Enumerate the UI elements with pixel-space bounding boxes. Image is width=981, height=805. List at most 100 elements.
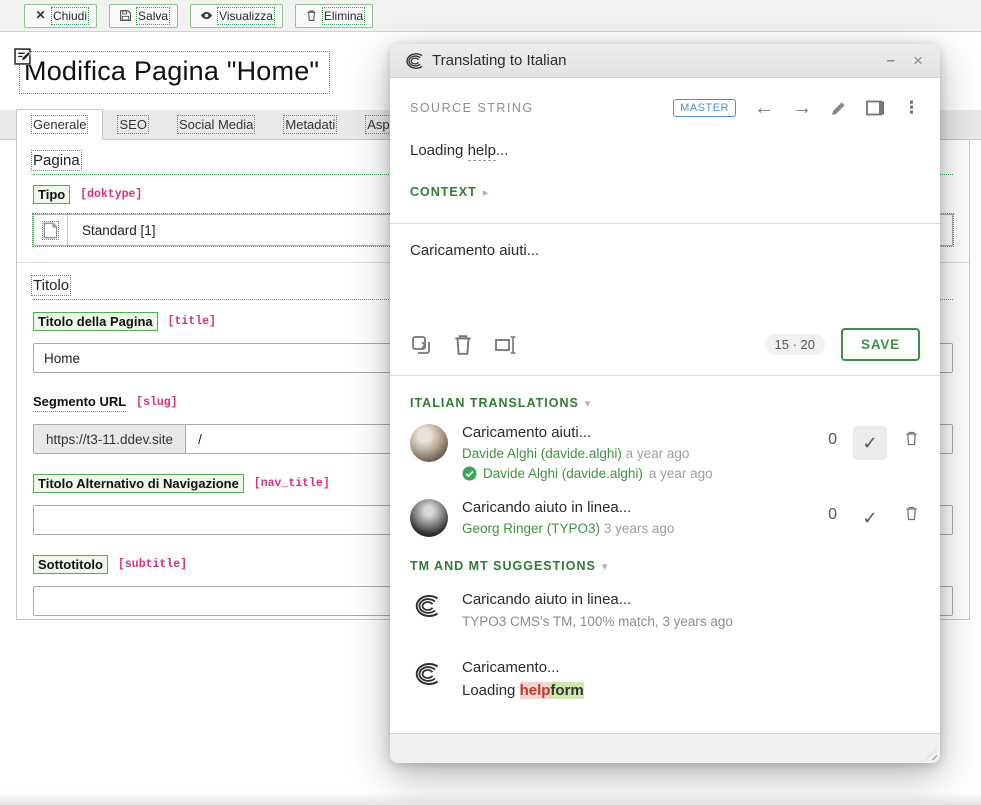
entry-actions: 0 ✓ <box>828 424 920 481</box>
translation-entry: Caricamento aiuti... Davide Alghi (david… <box>410 424 920 481</box>
clear-translation-icon[interactable] <box>454 334 472 356</box>
page-bottom-shadow <box>0 791 981 805</box>
translation-time: a year ago <box>626 446 690 461</box>
entry-body: Caricamento aiuti... Davide Alghi (david… <box>462 424 828 481</box>
type-field-token: [doktype] <box>80 188 142 201</box>
source-string-row: SOURCE STRING MASTER ← → ⋮ <box>390 78 940 118</box>
previous-string-icon[interactable]: ← <box>754 98 774 118</box>
translation-author[interactable]: Georg Ringer (TYPO3) <box>462 521 600 536</box>
close-button-label: Chiudi <box>53 9 87 23</box>
approval-time: a year ago <box>649 466 713 481</box>
tab-seo-label: SEO <box>119 117 146 132</box>
trash-icon <box>305 9 318 22</box>
tm-suggestion[interactable]: Caricando aiuto in linea... TYPO3 CMS's … <box>410 591 920 629</box>
source-controls: MASTER ← → ⋮ <box>673 98 920 118</box>
close-icon: ✕ <box>34 9 47 22</box>
resize-handle-icon[interactable] <box>926 749 937 760</box>
vote-count: 0 <box>828 426 837 449</box>
tab-social-media[interactable]: Social Media <box>163 110 269 139</box>
close-dialog-icon[interactable]: × <box>908 52 928 69</box>
translation-entry: Caricando aiuto in linea... Georg Ringer… <box>410 499 920 537</box>
next-string-icon[interactable]: → <box>792 98 812 118</box>
minimize-icon[interactable]: – <box>882 52 900 69</box>
delete-translation-icon[interactable] <box>903 501 920 521</box>
view-button[interactable]: Visualizza <box>190 4 283 28</box>
translation-editor[interactable]: Caricamento aiuti... <box>390 224 940 322</box>
avatar <box>410 499 448 537</box>
crowdin-tm-icon <box>410 591 440 621</box>
translation-text[interactable]: Caricamento aiuti... <box>462 424 828 441</box>
tab-metadati-label: Metadati <box>285 117 335 132</box>
suggestion-text: Caricamento... <box>462 659 584 676</box>
side-by-side-view-icon[interactable] <box>866 100 885 117</box>
tab-generale[interactable]: Generale <box>16 109 103 140</box>
save-button[interactable]: Salva <box>109 4 178 28</box>
doc-header-toolbar: ✕ Chiudi Salva Visualizza Elimina <box>0 0 981 32</box>
more-options-icon[interactable]: ⋮ <box>903 98 920 118</box>
caret-down-icon: ▾ <box>602 560 608 573</box>
tab-generale-label: Generale <box>33 117 86 132</box>
delete-translation-icon[interactable] <box>903 426 920 446</box>
source-text: Loading help... <box>410 142 920 159</box>
title-field-label: Titolo della Pagina <box>33 312 158 331</box>
approve-button[interactable]: ✓ <box>853 426 887 460</box>
close-button[interactable]: ✕ Chiudi <box>24 4 97 28</box>
suggestion-body: Caricando aiuto in linea... TYPO3 CMS's … <box>462 591 733 629</box>
diff-added: form <box>550 682 583 699</box>
text-selection-icon[interactable] <box>494 334 520 356</box>
suggestions-section-header[interactable]: TM AND MT SUGGESTIONS ▾ <box>410 559 920 573</box>
slug-prefix: https://t3-11.ddev.site <box>34 425 186 453</box>
caret-down-icon: ▾ <box>585 397 591 410</box>
slug-field-label: Segmento URL <box>33 393 126 412</box>
slug-field-token: [slug] <box>136 396 177 409</box>
dialog-divider-2 <box>390 375 940 376</box>
approver-name[interactable]: Davide Alghi (davide.alghi) <box>483 466 643 481</box>
copy-source-icon[interactable] <box>410 334 432 356</box>
page-title: Modifica Pagina "Home" <box>20 52 329 93</box>
delete-button[interactable]: Elimina <box>295 4 373 28</box>
translation-dialog: Translating to Italian – × SOURCE STRING… <box>390 44 940 763</box>
edit-record-icon[interactable] <box>14 48 31 65</box>
source-text-pre: Loading <box>410 142 468 159</box>
translation-text[interactable]: Caricando aiuto in linea... <box>462 499 828 516</box>
diff-removed: help <box>520 682 551 699</box>
dialog-title: Translating to Italian <box>432 52 874 69</box>
navtitle-field-label: Titolo Alternativo di Navigazione <box>33 474 244 493</box>
translation-meta: Georg Ringer (TYPO3) 3 years ago <box>462 521 828 536</box>
save-icon <box>119 9 132 22</box>
eye-icon <box>200 9 213 22</box>
tab-metadati[interactable]: Metadati <box>269 110 351 139</box>
translations-section-header[interactable]: ITALIAN TRANSLATIONS ▾ <box>410 396 920 410</box>
view-button-label: Visualizza <box>219 9 273 23</box>
dialog-header[interactable]: Translating to Italian – × <box>390 44 940 78</box>
approval-meta: Davide Alghi (davide.alghi) a year ago <box>462 466 828 481</box>
source-string-label: SOURCE STRING <box>410 101 534 115</box>
page-doc-iconbox <box>34 215 68 245</box>
source-text-post: ... <box>496 142 509 159</box>
entry-actions: 0 ✓ <box>828 499 920 537</box>
suggestions-header-label: TM AND MT SUGGESTIONS <box>410 559 596 573</box>
entry-body: Caricando aiuto in linea... Georg Ringer… <box>462 499 828 537</box>
context-label: CONTEXT <box>410 185 477 199</box>
translation-author[interactable]: Davide Alghi (davide.alghi) <box>462 446 622 461</box>
approve-button[interactable]: ✓ <box>853 501 887 535</box>
tm-suggestion[interactable]: Caricamento... Loading helpform <box>410 659 920 699</box>
vote-count: 0 <box>828 501 837 524</box>
save-translation-button[interactable]: SAVE <box>841 328 920 361</box>
page-icon <box>43 222 58 239</box>
approved-check-icon <box>462 466 477 481</box>
edit-source-icon[interactable] <box>830 99 848 117</box>
subtitle-field-token: [subtitle] <box>118 558 187 571</box>
context-toggle[interactable]: CONTEXT ▸ <box>410 185 920 199</box>
translation-meta: Davide Alghi (davide.alghi) a year ago <box>462 446 828 461</box>
editor-action-row: 15 · 20 SAVE <box>390 322 940 367</box>
tab-social-media-label: Social Media <box>179 117 253 132</box>
tab-seo[interactable]: SEO <box>103 110 162 139</box>
crowdin-tm-icon <box>410 659 440 689</box>
subtitle-field-label: Sottotitolo <box>33 555 108 574</box>
save-button-label: Salva <box>138 9 168 23</box>
diff-unchanged: Loading <box>462 682 520 699</box>
page-title-text: Modifica Pagina "Home" <box>24 56 319 87</box>
glossary-term[interactable]: help <box>468 142 496 161</box>
dialog-body: SOURCE STRING MASTER ← → ⋮ Loading help.… <box>390 78 940 763</box>
